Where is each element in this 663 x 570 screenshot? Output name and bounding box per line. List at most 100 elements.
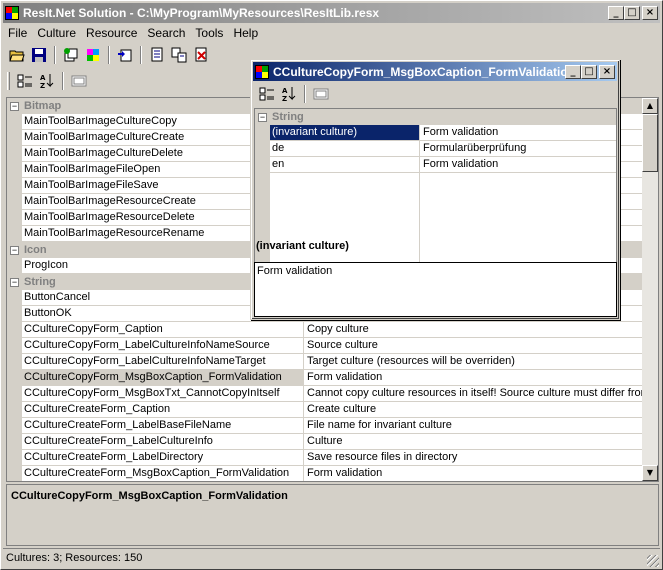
svg-text:A: A (282, 87, 288, 95)
alphabetical-icon[interactable]: AZ (37, 71, 57, 91)
vertical-scrollbar[interactable]: ▲ ▼ (642, 98, 658, 481)
table-row[interactable]: CCultureCopyForm_Caption Copy culture (7, 322, 643, 338)
collapse-icon[interactable]: − (10, 245, 19, 255)
culture-create-icon[interactable] (83, 45, 103, 65)
menu-tools[interactable]: Tools (190, 26, 228, 40)
table-row[interactable]: en Form validation (255, 157, 616, 173)
close-button[interactable]: × (642, 6, 658, 20)
menu-bar: File Culture Resource Search Tools Help (3, 24, 660, 42)
resource-key: CCultureCreateForm_LabelCultureInfo (22, 434, 304, 450)
toolbar-separator (62, 72, 64, 90)
table-row-selected[interactable]: CCultureCopyForm_MsgBoxCaption_FormValid… (7, 370, 643, 386)
resource-key: CCultureCopyForm_Caption (22, 322, 304, 338)
svg-text:Z: Z (40, 82, 45, 89)
property-pages-icon[interactable] (311, 84, 331, 104)
culture-delete-icon[interactable] (115, 45, 135, 65)
table-row[interactable]: CCultureCreateForm_LabelDirectory Save re… (7, 450, 643, 466)
alphabetical-icon[interactable]: AZ (279, 84, 299, 104)
scroll-thumb[interactable] (642, 114, 658, 172)
table-row[interactable]: de Formularüberprüfung (255, 141, 616, 157)
resource-value[interactable]: Target culture (resources will be overri… (304, 354, 643, 370)
category-label: String (24, 276, 56, 288)
save-disk-icon[interactable] (29, 45, 49, 65)
toolbar-separator (108, 46, 110, 64)
category-row-string[interactable]: − String (255, 109, 616, 125)
scroll-up-icon[interactable]: ▲ (642, 98, 658, 114)
table-row[interactable]: CCultureCreateForm_Caption Create culture (7, 402, 643, 418)
culture-values-grid[interactable]: − String (invariant culture) Form validat… (254, 108, 617, 286)
resource-key: CCultureCopyForm_LabelCultureInfoNameSou… (22, 338, 304, 354)
table-row[interactable]: CCultureCopyForm_LabelCultureInfoNameSou… (7, 338, 643, 354)
menu-resource[interactable]: Resource (81, 26, 142, 40)
culture-copy-icon[interactable] (61, 45, 81, 65)
resource-value[interactable]: Form validation (304, 370, 643, 386)
toolbar-separator (304, 85, 306, 103)
resource-value[interactable]: Source culture (304, 338, 643, 354)
categorized-icon[interactable] (15, 71, 35, 91)
child-toolbar: AZ (253, 82, 331, 106)
menu-help[interactable]: Help (228, 26, 263, 40)
culture-key: de (270, 141, 420, 157)
resource-value[interactable]: Copy culture (304, 322, 643, 338)
status-text: Cultures: 3; Resources: 150 (6, 552, 143, 564)
category-label: Icon (24, 244, 47, 256)
table-row[interactable]: CCultureCopyForm_MsgBoxTxt_CannotCopyInI… (7, 386, 643, 402)
category-label: String (272, 111, 304, 123)
resource-key: CCultureCreateForm_MsgBoxCaption_FormVal… (22, 466, 304, 481)
collapse-icon[interactable]: − (10, 277, 19, 287)
resource-key: CCultureCreateForm_LabelBaseFileName (22, 418, 304, 434)
minimize-button[interactable]: _ (608, 6, 624, 20)
status-bar: Cultures: 3; Resources: 150 (3, 548, 660, 568)
resource-key: CCultureCopyForm_MsgBoxTxt_CannotCopyInI… (22, 386, 304, 402)
table-row[interactable]: CCultureCreateForm_MsgBoxCaption_FormVal… (7, 466, 643, 481)
open-folder-icon[interactable] (7, 45, 27, 65)
menu-culture[interactable]: Culture (32, 26, 81, 40)
toolbar-grip[interactable] (7, 72, 10, 90)
table-row[interactable]: CCultureCreateForm_LabelBaseFileName File… (7, 418, 643, 434)
property-pages-icon[interactable] (69, 71, 89, 91)
child-window-title: CCultureCopyForm_MsgBoxCaption_FormValid… (273, 64, 565, 79)
window-title: ResIt.Net Solution - C:\MyProgram\MyReso… (23, 6, 380, 20)
menu-search[interactable]: Search (142, 26, 190, 40)
child-title-bar[interactable]: CCultureCopyForm_MsgBoxCaption_FormValid… (253, 62, 617, 81)
categorized-icon[interactable] (257, 84, 277, 104)
svg-text:Z: Z (282, 95, 287, 102)
culture-value[interactable]: Formularüberprüfung (420, 141, 616, 157)
collapse-icon[interactable]: − (10, 101, 19, 111)
resize-grip-icon[interactable] (647, 555, 659, 567)
app-icon (5, 6, 19, 20)
culture-key: (invariant culture) (270, 125, 420, 141)
resource-value[interactable]: Culture (304, 434, 643, 450)
maximize-button[interactable]: □ (581, 64, 597, 79)
culture-value[interactable]: Form validation (420, 157, 616, 173)
scroll-down-icon[interactable]: ▼ (642, 465, 658, 481)
resource-value[interactable]: Cannot copy culture resources in itself!… (304, 386, 643, 402)
culture-values-window: CCultureCopyForm_MsgBoxCaption_FormValid… (250, 59, 620, 320)
resource-key: CCultureCreateForm_Caption (22, 402, 304, 418)
resource-key: CCultureCopyForm_MsgBoxCaption_FormValid… (22, 370, 304, 386)
culture-value[interactable]: Form validation (420, 125, 616, 141)
resource-value[interactable]: File name for invariant culture (304, 418, 643, 434)
resource-value[interactable]: Form validation (304, 466, 643, 481)
resource-rename-icon[interactable] (169, 45, 189, 65)
resource-value[interactable]: Save resource files in directory (304, 450, 643, 466)
close-button[interactable]: × (599, 64, 615, 79)
minimize-button[interactable]: _ (565, 64, 581, 79)
resource-value[interactable]: Create culture (304, 402, 643, 418)
main-title-bar[interactable]: ResIt.Net Solution - C:\MyProgram\MyReso… (3, 3, 660, 23)
table-row[interactable]: CCultureCreateForm_LabelCultureInfo Cultu… (7, 434, 643, 450)
svg-text:A: A (40, 74, 46, 82)
toolbar-separator (54, 46, 56, 64)
app-icon (255, 64, 269, 79)
toolbar-separator (140, 46, 142, 64)
culture-value-textbox[interactable]: Form validation (254, 262, 617, 317)
menu-file[interactable]: File (3, 26, 32, 40)
description-title: CCultureCopyForm_MsgBoxCaption_FormValid… (11, 490, 288, 502)
collapse-icon[interactable]: − (258, 112, 267, 122)
resource-create-icon[interactable] (147, 45, 167, 65)
resource-delete-icon[interactable] (191, 45, 211, 65)
table-row[interactable]: CCultureCopyForm_LabelCultureInfoNameTar… (7, 354, 643, 370)
selected-culture-label: (invariant culture) (256, 240, 349, 252)
table-row-selected[interactable]: (invariant culture) Form validation (255, 125, 616, 141)
maximize-button[interactable]: □ (624, 6, 640, 20)
